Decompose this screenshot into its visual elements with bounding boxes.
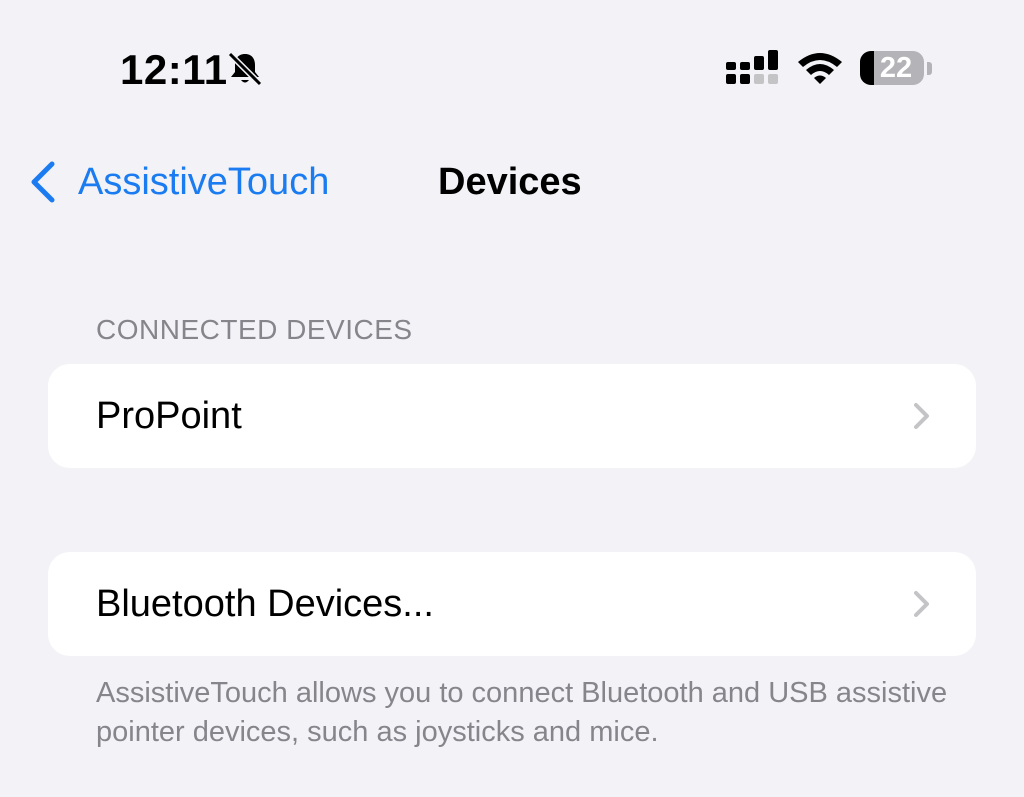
bell-slash-icon <box>227 51 263 87</box>
page-title: Devices <box>438 161 582 203</box>
status-time: 12:11 <box>120 46 228 93</box>
status-bar: 12:11 22 <box>0 0 1024 130</box>
list-item-label: ProPoint <box>96 395 242 437</box>
back-button[interactable]: AssistiveTouch <box>28 152 329 212</box>
battery-icon: 22 <box>860 51 924 85</box>
section-footer-text: AssistiveTouch allows you to connect Blu… <box>96 677 948 748</box>
back-button-label: AssistiveTouch <box>78 161 330 203</box>
bluetooth-devices-group: Bluetooth Devices... <box>48 552 976 656</box>
wifi-icon <box>798 53 842 84</box>
cellular-signal-icon <box>726 50 778 84</box>
bluetooth-devices-row[interactable]: Bluetooth Devices... <box>48 552 976 656</box>
list-item-propoint[interactable]: ProPoint <box>48 364 976 468</box>
chevron-right-icon <box>914 591 929 617</box>
battery-percent: 22 <box>879 52 913 84</box>
battery-cap <box>927 62 932 75</box>
chevron-left-icon <box>31 161 55 203</box>
section-header-connected-devices: CONNECTED DEVICES <box>96 314 413 345</box>
chevron-right-icon <box>914 403 929 429</box>
bluetooth-devices-label: Bluetooth Devices... <box>96 583 434 625</box>
connected-devices-group: ProPoint <box>48 364 976 468</box>
